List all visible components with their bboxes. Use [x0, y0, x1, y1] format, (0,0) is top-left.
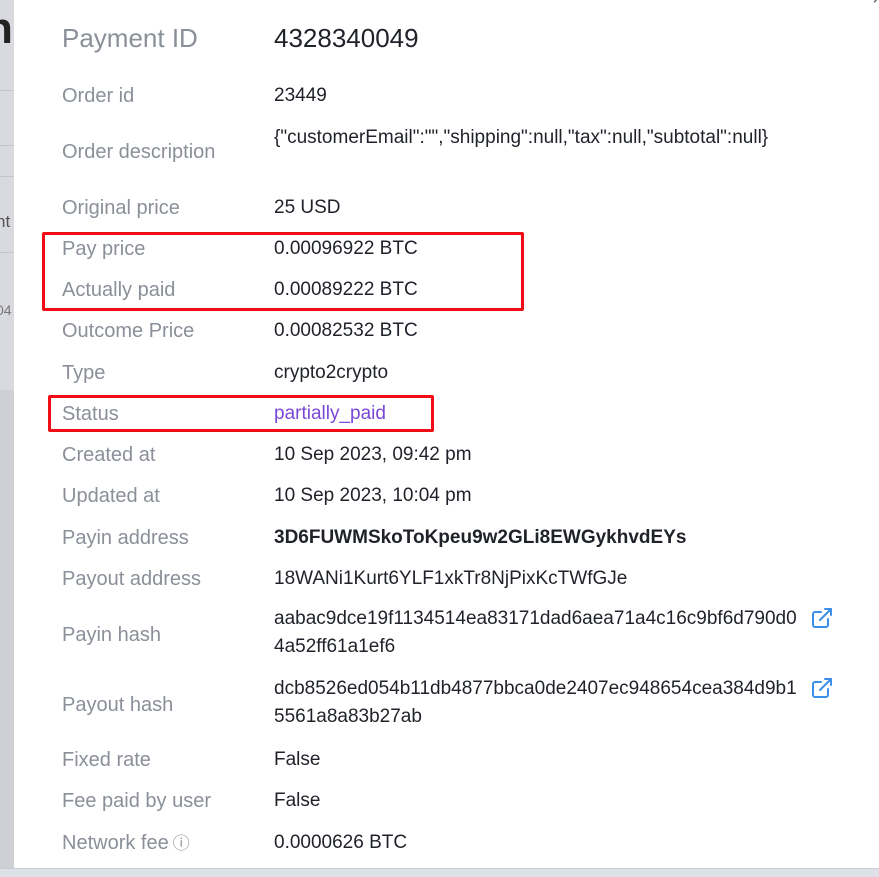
network-fee-label: Network fee	[62, 832, 169, 854]
background-divider	[0, 145, 14, 146]
original-price-label: Original price	[62, 197, 180, 219]
fixed-rate-value: False	[274, 749, 321, 770]
actually-paid-label: Actually paid	[62, 279, 176, 301]
type-value: crypto2crypto	[274, 362, 389, 383]
background-heading-fragment: n	[0, 4, 13, 54]
updated-at-label: Updated at	[62, 485, 160, 507]
background-divider	[0, 90, 14, 91]
actually-paid-value: 0.00089222 BTC	[274, 279, 418, 300]
pay-price-label: Pay price	[62, 238, 146, 260]
original-price-value: 25 USD	[274, 197, 341, 218]
close-icon[interactable]: ×	[869, 0, 879, 9]
background-divider	[0, 176, 14, 177]
outcome-price-value: 0.00082532 BTC	[274, 320, 418, 341]
order-id-value: 23449	[274, 85, 327, 106]
background-page: n nt 04	[0, 0, 14, 876]
background-divider	[0, 252, 14, 253]
background-tab-fragment: nt	[0, 212, 11, 231]
payment-id-label: Payment ID	[62, 23, 198, 53]
pay-price-value: 0.00096922 BTC	[274, 238, 418, 259]
updated-at-value: 10 Sep 2023, 10:04 pm	[274, 485, 472, 506]
order-id-label: Order id	[62, 85, 135, 107]
payment-id-value: 4328340049	[274, 23, 419, 53]
payout-address-value: 18WANi1Kurt6YLF1xkTr8NjPixKcTWfGJe	[274, 568, 628, 589]
network-fee-value: 0.0000626 BTC	[274, 832, 408, 853]
outcome-price-label: Outcome Price	[62, 320, 195, 342]
payin-hash-value: aabac9dce19f1134514ea83171dad6aea71a4c16…	[274, 608, 797, 657]
status-label: Status	[62, 403, 119, 425]
fee-paid-by-user-value: False	[274, 790, 321, 811]
info-icon[interactable]: ⓘ	[173, 832, 190, 856]
payout-hash-label: Payout hash	[62, 694, 174, 716]
fee-paid-by-user-label: Fee paid by user	[62, 790, 211, 812]
payin-hash-label: Payin hash	[62, 624, 161, 646]
payout-hash-value: dcb8526ed054b11db4877bbca0de2407ec948654…	[274, 678, 797, 727]
order-description-value: {"customerEmail":"","shipping":null,"tax…	[274, 127, 769, 148]
background-number-fragment: 04	[0, 302, 12, 318]
payment-details-modal: × Payment ID 4328340049 Order id 23449 O…	[14, 0, 879, 868]
created-at-value: 10 Sep 2023, 09:42 pm	[274, 444, 472, 465]
type-label: Type	[62, 362, 106, 384]
fixed-rate-label: Fixed rate	[62, 749, 151, 771]
order-description-label: Order description	[62, 141, 216, 163]
status-value: partially_paid	[274, 403, 386, 424]
payout-address-label: Payout address	[62, 568, 201, 590]
network-fee-label-group: Network fee ⓘ	[62, 831, 190, 856]
created-at-label: Created at	[62, 444, 156, 466]
background-shade	[0, 390, 14, 876]
payin-hash-external-link-icon[interactable]	[810, 606, 836, 632]
payin-address-label: Payin address	[62, 527, 189, 549]
payin-address-value: 3D6FUWMSkoToKpeu9w2GLi8EWGykhvdEYs	[274, 527, 687, 548]
payout-hash-external-link-icon[interactable]	[810, 676, 836, 702]
